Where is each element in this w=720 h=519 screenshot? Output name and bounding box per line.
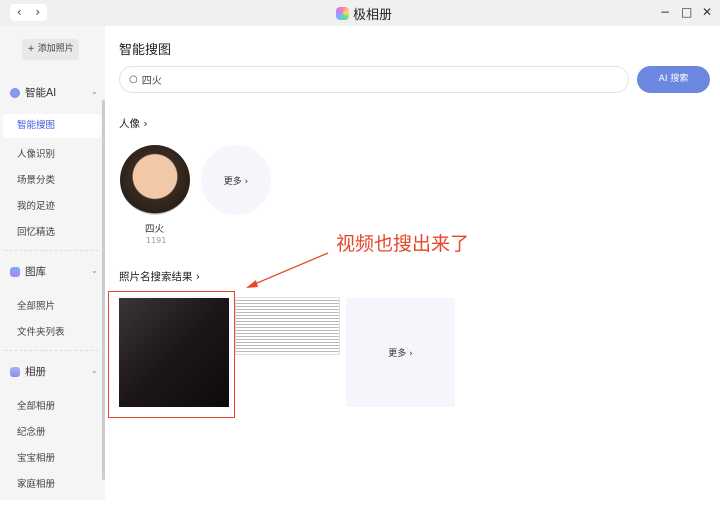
annotation-arrow xyxy=(246,252,329,288)
watermark-logo: 新浪众测 xyxy=(630,461,703,518)
arrow-line xyxy=(249,252,329,287)
arrow-head xyxy=(246,280,258,288)
